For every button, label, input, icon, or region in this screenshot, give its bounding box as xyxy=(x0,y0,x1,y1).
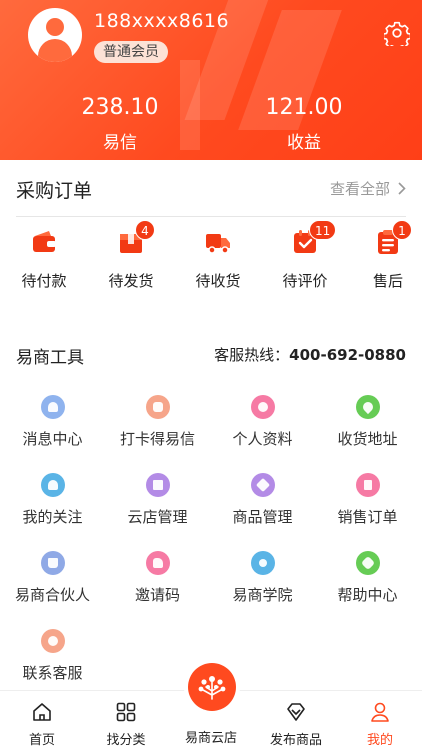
grid-icon xyxy=(116,702,136,722)
tab-home[interactable]: 首页 xyxy=(0,701,84,748)
view-all-label: 查看全部 xyxy=(329,180,390,198)
store-icon xyxy=(145,473,170,497)
tool-label: 帮助中心 xyxy=(337,586,398,604)
customer-hotline[interactable]: 客服热线：400-692-0880 xyxy=(214,344,406,365)
tool-invite-code[interactable]: 邀请码 xyxy=(105,551,210,605)
tool-label: 消息中心 xyxy=(22,430,83,448)
order-label: 售后 xyxy=(372,272,403,290)
profile-header: 188xxxx8616 普通会员 238.10 易信 121.00 收益 xyxy=(0,0,422,160)
location-icon xyxy=(355,395,380,419)
tab-publish-product[interactable]: 发布商品 xyxy=(254,701,338,748)
tool-profile[interactable]: 个人资料 xyxy=(210,395,315,449)
tool-message-center[interactable]: 消息中心 xyxy=(0,395,105,449)
tool-label: 易商学院 xyxy=(232,586,293,604)
yixin-label: 易信 xyxy=(103,133,137,153)
user-phone: 188xxxx8616 xyxy=(94,10,230,32)
home-icon xyxy=(33,703,51,721)
member-level-badge: 普通会员 xyxy=(94,41,168,63)
document-icon xyxy=(355,473,380,497)
user-avatar-icon[interactable] xyxy=(28,8,82,62)
tab-label: 首页 xyxy=(28,733,55,748)
order-label: 待收货 xyxy=(195,272,241,290)
tab-categories[interactable]: 找分类 xyxy=(84,701,168,748)
tool-label: 打卡得易信 xyxy=(119,430,195,448)
profile-icon xyxy=(250,395,275,419)
hotline-number: 400-692-0880 xyxy=(289,346,406,364)
tools-title: 易商工具 xyxy=(16,348,84,368)
tab-label: 我的 xyxy=(366,733,393,748)
view-all-orders-link[interactable]: 查看全部 xyxy=(330,178,406,199)
crown-icon xyxy=(40,551,65,575)
tool-contact-support[interactable]: 联系客服 xyxy=(0,629,105,683)
heart-icon xyxy=(40,473,65,497)
tool-label: 收货地址 xyxy=(337,430,398,448)
order-label: 待付款 xyxy=(21,272,67,290)
wallet-icon xyxy=(33,231,56,252)
tool-label: 销售订单 xyxy=(337,508,398,526)
tool-academy[interactable]: 易商学院 xyxy=(210,551,315,605)
tree-logo-icon xyxy=(198,676,226,700)
shipment-count-badge: 4 xyxy=(135,220,155,240)
tool-label: 商品管理 xyxy=(232,508,293,526)
hotline-label: 客服热线： xyxy=(214,346,290,364)
tab-label: 易商云店 xyxy=(184,731,237,746)
order-label: 待评价 xyxy=(282,272,328,290)
review-count-badge: 11 xyxy=(309,220,337,240)
yixin-value[interactable]: 238.10 xyxy=(50,95,190,120)
tool-checkin[interactable]: 打卡得易信 xyxy=(105,395,210,449)
chevron-right-icon xyxy=(398,182,406,195)
tool-label: 邀请码 xyxy=(134,586,180,604)
order-after-sale[interactable]: 1 售后 xyxy=(346,220,422,291)
bell-icon xyxy=(40,395,65,419)
compass-icon xyxy=(250,551,275,575)
diamond-icon xyxy=(287,703,305,721)
tab-mine[interactable]: 我的 xyxy=(338,701,422,748)
tool-label: 联系客服 xyxy=(22,664,83,682)
order-pending-payment[interactable]: 待付款 xyxy=(2,228,86,291)
chat-icon xyxy=(40,629,65,653)
order-pending-review[interactable]: 11 待评价 xyxy=(263,220,347,291)
earnings-label: 收益 xyxy=(287,133,321,153)
tool-label: 我的关注 xyxy=(22,508,83,526)
cloud-store-center-button[interactable] xyxy=(188,663,236,711)
order-label: 待发货 xyxy=(108,272,154,290)
tool-sales-orders[interactable]: 销售订单 xyxy=(315,473,420,527)
tool-my-follows[interactable]: 我的关注 xyxy=(0,473,105,527)
tool-label: 云店管理 xyxy=(127,508,188,526)
tool-store-management[interactable]: 云店管理 xyxy=(105,473,210,527)
tool-label: 易商合伙人 xyxy=(14,586,90,604)
tool-product-management[interactable]: 商品管理 xyxy=(210,473,315,527)
order-pending-shipment[interactable]: 4 待发货 xyxy=(89,220,173,291)
orders-title: 采购订单 xyxy=(16,180,93,202)
orders-divider xyxy=(16,216,406,217)
tab-label: 找分类 xyxy=(106,733,146,748)
earnings-value[interactable]: 121.00 xyxy=(234,95,374,120)
box-icon xyxy=(250,473,275,497)
tab-label: 发布商品 xyxy=(269,733,322,748)
after-sale-count-badge: 1 xyxy=(392,220,412,240)
tool-label: 个人资料 xyxy=(232,430,293,448)
thumbs-up-icon xyxy=(145,551,170,575)
tool-partner[interactable]: 易商合伙人 xyxy=(0,551,105,605)
person-icon xyxy=(371,702,389,722)
tag-icon xyxy=(355,551,380,575)
truck-icon xyxy=(206,234,230,254)
tool-help-center[interactable]: 帮助中心 xyxy=(315,551,420,605)
gift-icon xyxy=(145,395,170,419)
order-pending-receipt[interactable]: 待收货 xyxy=(176,228,260,291)
tool-address[interactable]: 收货地址 xyxy=(315,395,420,449)
tab-cloud-store[interactable]: 易商云店 xyxy=(169,727,253,746)
gear-icon[interactable] xyxy=(384,20,410,46)
